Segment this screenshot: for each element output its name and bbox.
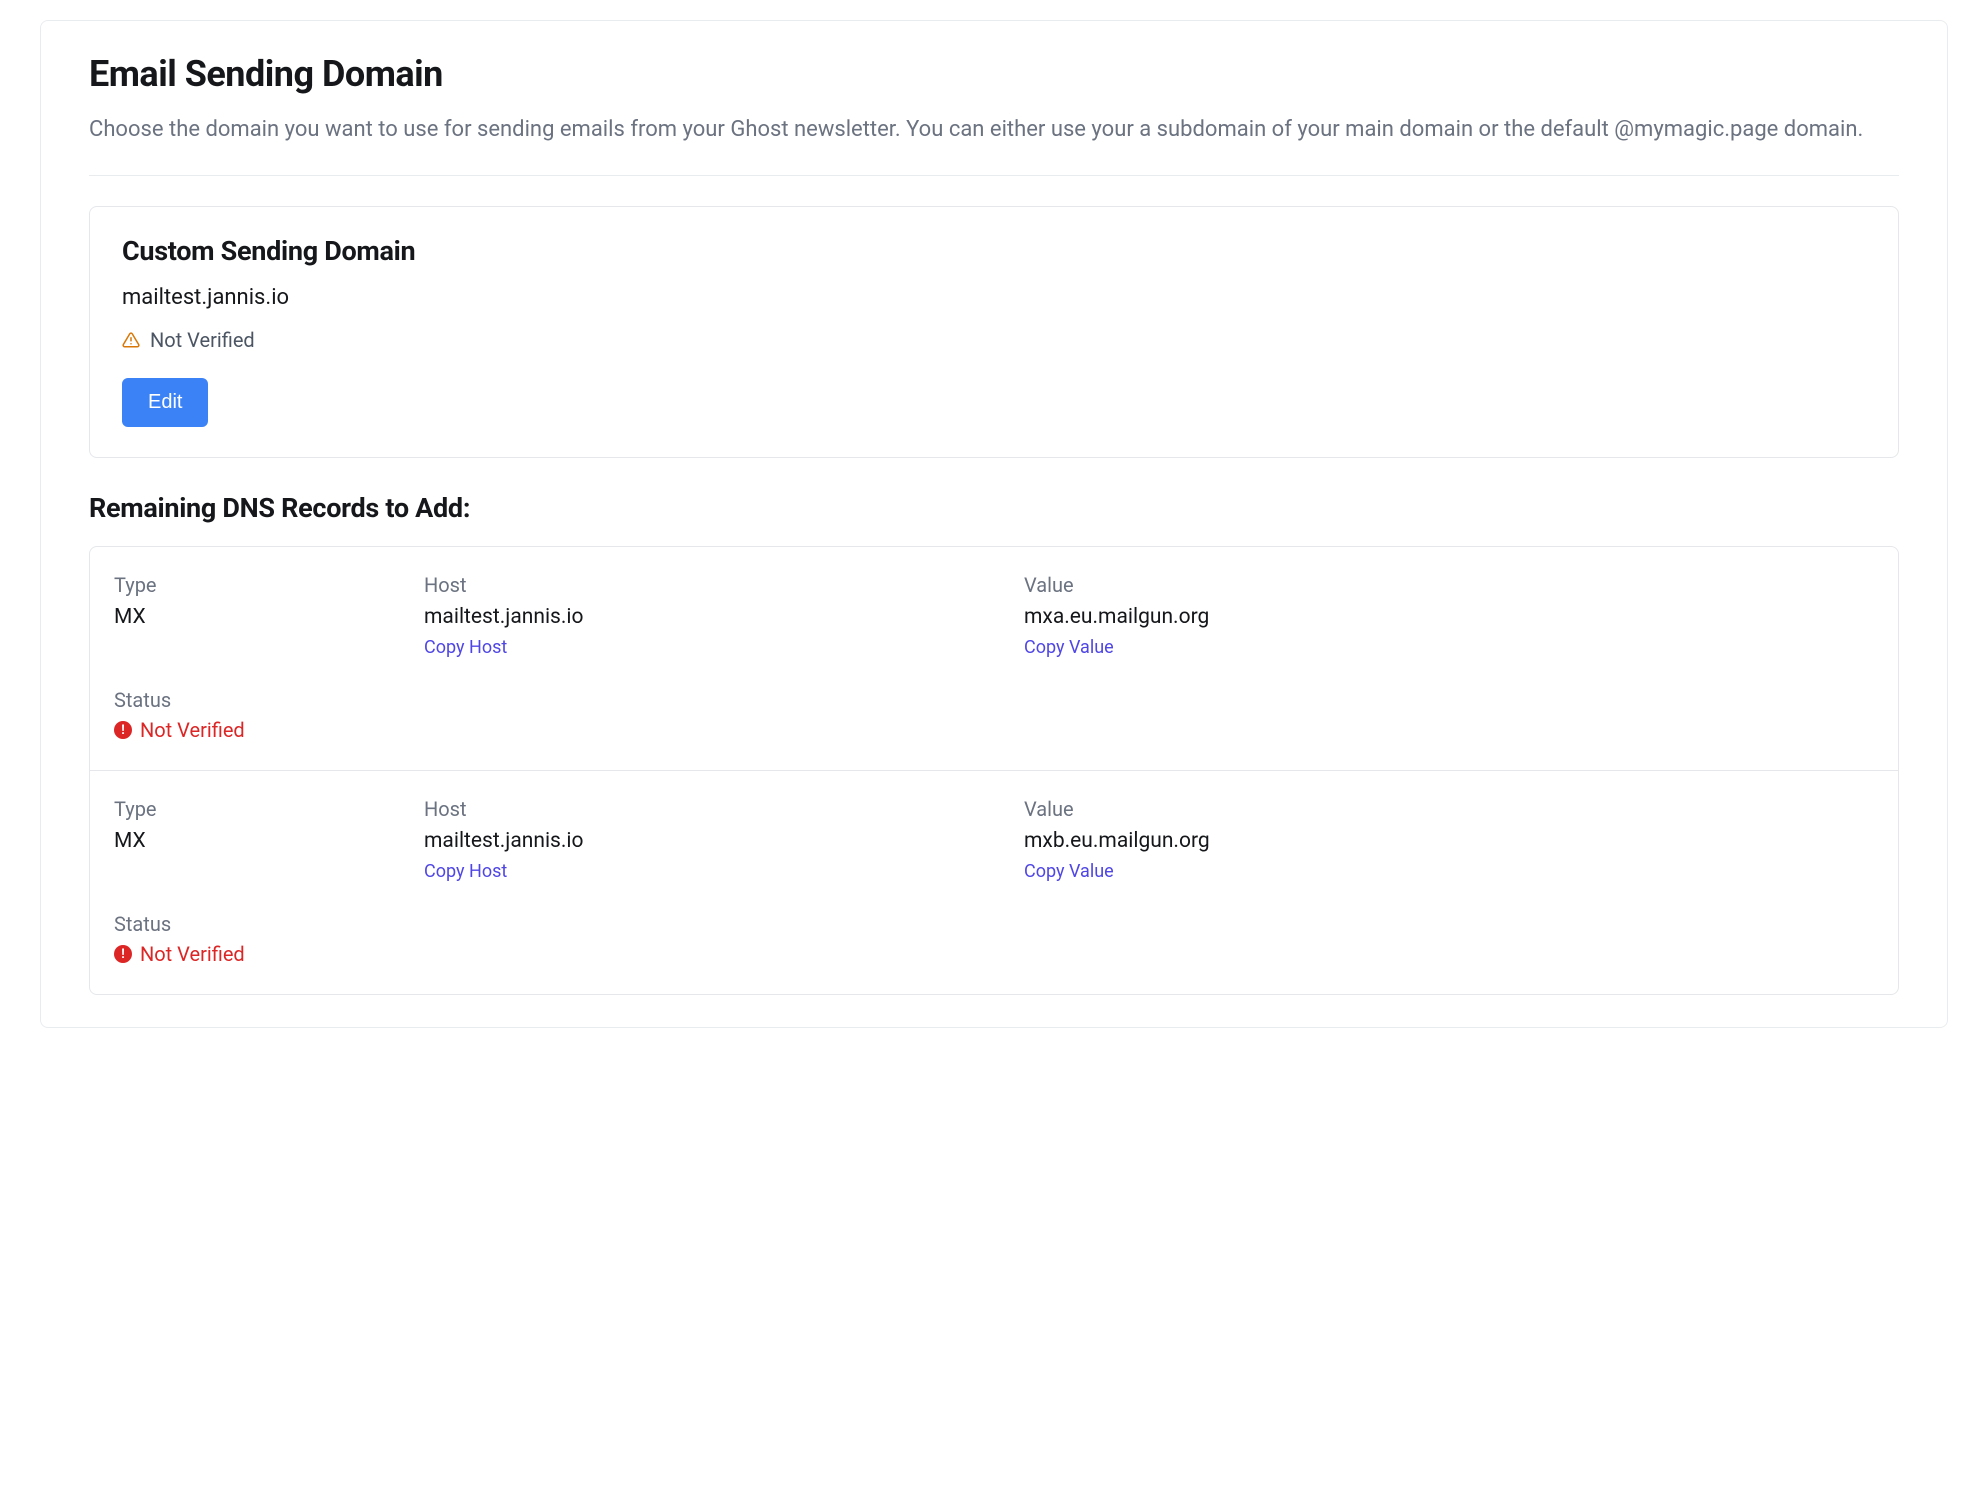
warning-icon bbox=[122, 331, 140, 349]
divider bbox=[89, 175, 1899, 176]
type-value: MX bbox=[114, 829, 394, 853]
edit-button[interactable]: Edit bbox=[122, 378, 208, 427]
copy-value-link[interactable]: Copy Value bbox=[1024, 861, 1114, 882]
type-label: Type bbox=[114, 797, 394, 821]
value-label: Value bbox=[1024, 573, 1874, 597]
page-description: Choose the domain you want to use for se… bbox=[89, 113, 1899, 147]
email-sending-domain-panel: Email Sending Domain Choose the domain y… bbox=[40, 20, 1948, 1028]
dns-records-title: Remaining DNS Records to Add: bbox=[89, 492, 1899, 524]
error-icon: ! bbox=[114, 721, 132, 739]
value-label: Value bbox=[1024, 797, 1874, 821]
host-label: Host bbox=[424, 573, 994, 597]
dns-record: Type MX Host mailtest.jannis.io Copy Hos… bbox=[90, 771, 1898, 994]
custom-domain-title: Custom Sending Domain bbox=[122, 235, 1866, 267]
custom-domain-value: mailtest.jannis.io bbox=[122, 285, 1866, 310]
host-value: mailtest.jannis.io bbox=[424, 605, 994, 629]
host-label: Host bbox=[424, 797, 994, 821]
dns-records-list: Type MX Host mailtest.jannis.io Copy Hos… bbox=[89, 546, 1899, 995]
dns-record: Type MX Host mailtest.jannis.io Copy Hos… bbox=[90, 547, 1898, 771]
status-value: ! Not Verified bbox=[114, 718, 1874, 742]
custom-domain-status: Not Verified bbox=[122, 328, 1866, 352]
status-text: Not Verified bbox=[140, 718, 245, 742]
status-label: Status bbox=[114, 912, 1874, 936]
status-text: Not Verified bbox=[140, 942, 245, 966]
copy-value-link[interactable]: Copy Value bbox=[1024, 637, 1114, 658]
type-label: Type bbox=[114, 573, 394, 597]
type-value: MX bbox=[114, 605, 394, 629]
error-icon: ! bbox=[114, 945, 132, 963]
status-value: ! Not Verified bbox=[114, 942, 1874, 966]
host-value: mailtest.jannis.io bbox=[424, 829, 994, 853]
custom-domain-status-text: Not Verified bbox=[150, 328, 255, 352]
status-label: Status bbox=[114, 688, 1874, 712]
copy-host-link[interactable]: Copy Host bbox=[424, 861, 507, 882]
custom-sending-domain-card: Custom Sending Domain mailtest.jannis.io… bbox=[89, 206, 1899, 458]
page-title: Email Sending Domain bbox=[89, 53, 1899, 95]
value-value: mxb.eu.mailgun.org bbox=[1024, 829, 1874, 853]
copy-host-link[interactable]: Copy Host bbox=[424, 637, 507, 658]
value-value: mxa.eu.mailgun.org bbox=[1024, 605, 1874, 629]
